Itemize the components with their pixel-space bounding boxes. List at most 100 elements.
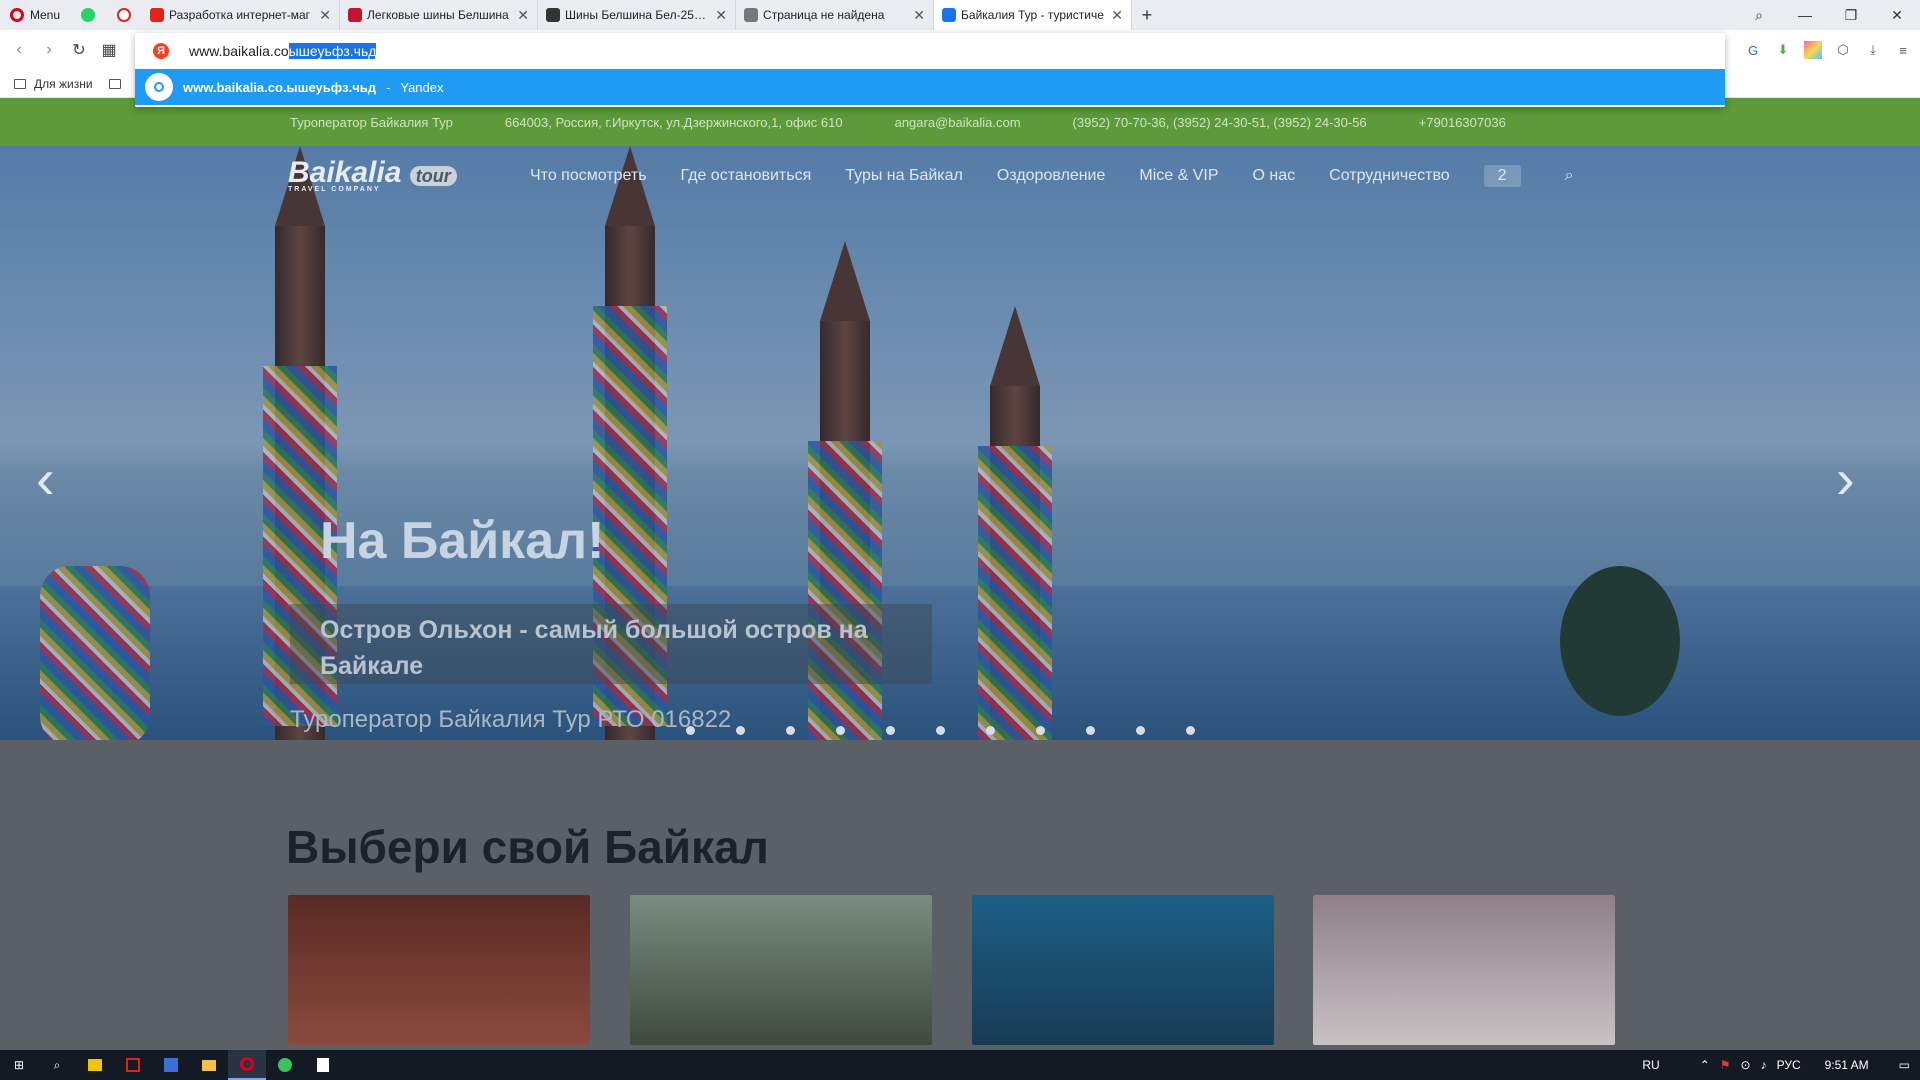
tray-chevron-icon[interactable]: ⌃ bbox=[1700, 1058, 1710, 1072]
site-search-icon[interactable]: ⌕ bbox=[1565, 167, 1574, 185]
browser-tab[interactable]: Шины Белшина Бел-256 8 ✕ bbox=[538, 0, 737, 30]
nav-item[interactable]: Оздоровление bbox=[997, 167, 1106, 185]
opera-logo-icon bbox=[10, 8, 24, 22]
slider-dot[interactable] bbox=[786, 726, 795, 735]
bookmark-folder-label[interactable]: Для жизни bbox=[34, 77, 93, 91]
suggestion-engine: Yandex bbox=[400, 79, 444, 95]
slider-dot[interactable] bbox=[1186, 726, 1195, 735]
topbar-phones: (3952) 70-70-36, (3952) 24-30-51, (3952)… bbox=[1072, 114, 1367, 130]
translate-extension-icon[interactable]: G bbox=[1744, 41, 1762, 59]
folder-icon[interactable] bbox=[108, 78, 121, 89]
tab-label: Страница не найдена bbox=[763, 8, 885, 22]
restore-button[interactable]: ❐ bbox=[1828, 0, 1874, 30]
pinned-site-icon[interactable] bbox=[106, 0, 142, 30]
tab-close-icon[interactable]: ✕ bbox=[319, 7, 331, 24]
input-language[interactable]: РУС bbox=[1777, 1058, 1801, 1072]
address-selected-text: ышеуьфз.чьд bbox=[288, 43, 377, 59]
opera-menu-button[interactable]: Menu bbox=[0, 0, 70, 30]
yandex-icon: Я bbox=[153, 43, 169, 59]
topbar-mobile[interactable]: +79016307036 bbox=[1419, 115, 1506, 130]
browser-tab[interactable]: Байкалия Тур - туристиче ✕ bbox=[934, 0, 1133, 30]
browser-tab[interactable]: Легковые шины Белшина ✕ bbox=[340, 0, 539, 30]
slider-dots bbox=[686, 726, 1195, 735]
folder-icon bbox=[14, 78, 26, 89]
close-window-button[interactable]: ✕ bbox=[1874, 0, 1920, 30]
minimize-button[interactable]: — bbox=[1782, 0, 1828, 30]
tour-card[interactable] bbox=[972, 895, 1274, 1045]
nav-item[interactable]: Где остановиться bbox=[681, 167, 812, 185]
tab-label: Байкалия Тур - туристиче bbox=[961, 8, 1104, 22]
app-icon[interactable] bbox=[114, 1050, 152, 1080]
tab-bar: Menu Разработка интернет-маг ✕ Легковые ши… bbox=[0, 0, 1920, 30]
slider-dot[interactable] bbox=[936, 726, 945, 735]
calendar-app-icon[interactable] bbox=[152, 1050, 190, 1080]
whatsapp-pinned-icon[interactable] bbox=[70, 0, 106, 30]
tab-favicon-icon bbox=[744, 8, 759, 22]
tour-card[interactable] bbox=[630, 895, 932, 1045]
slider-dot[interactable] bbox=[736, 726, 745, 735]
cube-extension-icon[interactable]: ⬡ bbox=[1834, 41, 1852, 59]
slider-dot[interactable] bbox=[686, 726, 695, 735]
nav-item[interactable]: Туры на Байкал bbox=[845, 167, 963, 185]
nav-item[interactable]: Сотрудничество bbox=[1329, 167, 1450, 185]
volume-icon[interactable]: ♪ bbox=[1761, 1058, 1767, 1072]
topbar-company: Туроператор Байкалия Тур bbox=[290, 114, 453, 130]
clock[interactable]: 9:51 AM bbox=[1825, 1058, 1869, 1072]
tab-favicon-icon bbox=[942, 8, 957, 22]
start-button[interactable]: ⊞ bbox=[0, 1050, 38, 1080]
notepad-icon[interactable] bbox=[304, 1050, 342, 1080]
easy-setup-icon[interactable]: ≡ bbox=[1894, 41, 1912, 59]
slider-dot[interactable] bbox=[1136, 726, 1145, 735]
browser-tab[interactable]: Разработка интернет-маг ✕ bbox=[142, 0, 341, 30]
menu-label: Menu bbox=[30, 8, 61, 22]
flag-icon[interactable]: ⚑ bbox=[1720, 1058, 1731, 1072]
slider-dot[interactable] bbox=[886, 726, 895, 735]
speed-dial-button[interactable]: ▦ bbox=[94, 35, 124, 65]
color-extension-icon[interactable] bbox=[1804, 41, 1822, 59]
slider-dot[interactable] bbox=[1036, 726, 1045, 735]
web-page: Туроператор Байкалия Тур 664003, Россия,… bbox=[0, 98, 1920, 1050]
slider-dot[interactable] bbox=[1086, 726, 1095, 735]
browser-tab[interactable]: Страница не найдена ✕ bbox=[736, 0, 935, 30]
slider-dot[interactable] bbox=[986, 726, 995, 735]
slider-prev-arrow[interactable]: ‹ bbox=[36, 446, 55, 511]
filemanager-icon[interactable] bbox=[76, 1050, 114, 1080]
hero-slider: Baikalia tour TRAVEL COMPANY Что посмотре… bbox=[0, 146, 1920, 740]
downloads-icon[interactable]: ⤓ bbox=[1864, 41, 1882, 59]
section-title: Выбери свой Байкал bbox=[286, 821, 769, 873]
topbar-address: 664003, Россия, г.Иркутск, ул.Дзержинско… bbox=[504, 114, 843, 130]
opera-taskbar-icon[interactable] bbox=[228, 1050, 266, 1080]
notification-icon[interactable]: ▭ bbox=[1899, 1058, 1910, 1072]
address-suggestion[interactable]: www.baikalia.co.ышеуьфз.чьд - Yandex bbox=[135, 69, 1725, 105]
lang-indicator[interactable]: RU bbox=[1642, 1058, 1659, 1072]
download-extension-icon[interactable]: ⬇ bbox=[1774, 41, 1792, 59]
search-icon[interactable]: ⌕ bbox=[38, 1050, 76, 1080]
tab-close-icon[interactable]: ✕ bbox=[517, 7, 529, 24]
weather-widget[interactable]: 2 bbox=[1483, 165, 1521, 187]
tab-favicon-icon bbox=[150, 8, 165, 22]
network-icon[interactable]: ⊙ bbox=[1741, 1058, 1751, 1072]
tab-close-icon[interactable]: ✕ bbox=[913, 7, 925, 24]
address-input[interactable]: Я www.baikalia.co ышеуьфз.чьд bbox=[135, 33, 1725, 69]
suggestion-url: www.baikalia.co.ышеуьфз.чьд bbox=[183, 79, 377, 95]
nav-item[interactable]: О нас bbox=[1253, 167, 1296, 185]
choose-section: Выбери свой Байкал bbox=[0, 740, 1920, 1050]
green-app-icon[interactable] bbox=[266, 1050, 304, 1080]
topbar-email[interactable]: angara@baikalia.com bbox=[895, 115, 1021, 130]
reload-button[interactable]: ↻ bbox=[64, 35, 94, 65]
explorer-icon[interactable] bbox=[190, 1050, 228, 1080]
tab-close-icon[interactable]: ✕ bbox=[715, 7, 727, 24]
nav-item[interactable]: Mice & VIP bbox=[1139, 167, 1218, 185]
tab-favicon-icon bbox=[348, 8, 363, 22]
forward-button[interactable]: › bbox=[34, 35, 64, 65]
tab-close-icon[interactable]: ✕ bbox=[1111, 7, 1123, 24]
tab-label: Разработка интернет-маг bbox=[169, 8, 311, 22]
tab-search-icon[interactable]: ⌕ bbox=[1736, 0, 1782, 30]
tour-card[interactable] bbox=[1313, 895, 1615, 1045]
tour-card[interactable] bbox=[288, 895, 590, 1045]
back-button[interactable]: ‹ bbox=[4, 35, 34, 65]
nav-item[interactable]: Что посмотреть bbox=[530, 167, 647, 185]
slider-dot[interactable] bbox=[836, 726, 845, 735]
slider-next-arrow[interactable]: › bbox=[1836, 446, 1855, 511]
new-tab-button[interactable]: + bbox=[1132, 5, 1162, 26]
